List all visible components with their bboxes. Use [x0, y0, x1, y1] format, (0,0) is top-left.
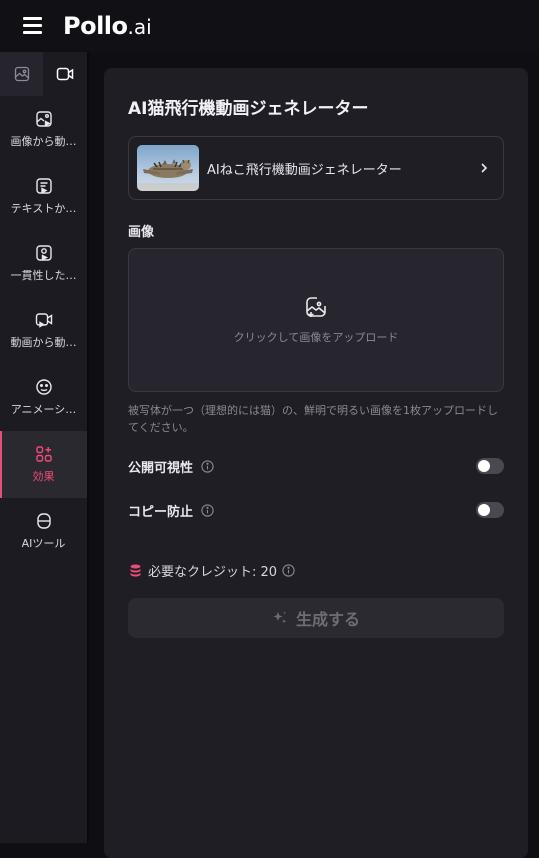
video-to-video-icon — [35, 313, 52, 328]
generate-button-label: 生成する — [295, 610, 360, 629]
sidebar-item-text-to-video[interactable]: テキストか… — [0, 163, 87, 230]
info-icon[interactable] — [282, 564, 295, 577]
menu-icon[interactable] — [23, 17, 42, 34]
sidebar-item-image-to-video[interactable]: 画像から動… — [0, 96, 87, 163]
public-visibility-toggle[interactable] — [476, 458, 504, 474]
sidebar-item-label: アニメーシ… — [10, 403, 77, 416]
sidebar-divider — [87, 52, 89, 843]
image-to-video-icon — [35, 111, 52, 127]
image-icon — [14, 66, 29, 82]
sidebar-item-label: AIツール — [21, 537, 66, 550]
image-upload-area[interactable]: クリックして画像をアップロード — [128, 248, 504, 392]
logo[interactable]: Pollo.ai — [63, 12, 152, 40]
copy-protection-row: コピー防止 — [128, 500, 504, 520]
info-icon[interactable] — [201, 459, 214, 473]
logo-main: Pollo — [63, 12, 128, 40]
sidebar-item-consistent[interactable]: 一貫性した… — [0, 230, 87, 297]
sidebar-item-ai-tools[interactable]: AIツール — [0, 498, 87, 565]
copy-protection-label: コピー防止 — [128, 504, 194, 520]
sidebar-item-label: 動画から動… — [10, 336, 77, 349]
ai-tools-icon — [36, 513, 51, 529]
effects-icon — [35, 446, 52, 462]
sidebar-item-animation[interactable]: アニメーシ… — [0, 364, 87, 431]
sparkle-icon — [273, 611, 287, 624]
upload-instruction: クリックして画像をアップロード — [233, 331, 399, 344]
sidebar-item-label: 一貫性した… — [10, 269, 77, 282]
model-thumbnail — [137, 145, 199, 191]
video-icon — [56, 67, 73, 81]
upload-hint: 被写体が一つ（理想的には猫）の、鮮明で明るい画像を1枚アップロードしてください。 — [128, 404, 498, 434]
logo-sub: .ai — [127, 15, 152, 39]
top-bar: Pollo.ai — [0, 0, 539, 52]
copy-protection-toggle[interactable] — [476, 502, 504, 518]
credits-text: 必要なクレジット: 20 — [148, 565, 278, 580]
sidebar-item-label: 画像から動… — [10, 135, 77, 148]
credits-required: 必要なクレジット: 20 — [130, 561, 295, 580]
model-name: AIねこ飛行機動画ジェネレーター — [207, 162, 402, 178]
model-selector[interactable]: AIねこ飛行機動画ジェネレーター — [128, 136, 504, 200]
video-mode-tab[interactable] — [43, 52, 86, 96]
text-to-video-icon — [35, 178, 52, 194]
public-visibility-label: 公開可視性 — [128, 460, 194, 476]
sidebar-item-effects[interactable]: 効果 — [0, 431, 87, 498]
animation-icon — [35, 379, 52, 395]
credits-icon — [130, 564, 141, 577]
public-visibility-row: 公開可視性 — [128, 456, 504, 476]
sidebar-item-label: 効果 — [32, 470, 55, 483]
sidebar-item-label: テキストか… — [10, 202, 77, 215]
sidebar: 画像から動… テキストか… 一貫性した… 動画から動… アニメーシ… 効果 AI… — [0, 52, 87, 843]
page-title: AI猫飛行機動画ジェネレーター — [128, 99, 369, 119]
generator-panel: AI猫飛行機動画ジェネレーター AIねこ飛行機動画ジェネレーター 画像 クリック… — [104, 68, 528, 858]
image-upload-icon — [306, 297, 326, 317]
consistent-character-icon — [35, 245, 52, 261]
generate-button[interactable]: 生成する — [128, 598, 504, 638]
image-mode-tab[interactable] — [0, 52, 43, 96]
image-section-label: 画像 — [128, 225, 155, 240]
chevron-right-icon — [481, 163, 488, 173]
info-icon[interactable] — [201, 503, 214, 517]
sidebar-item-video-to-video[interactable]: 動画から動… — [0, 297, 87, 364]
mode-tabs — [0, 52, 87, 96]
